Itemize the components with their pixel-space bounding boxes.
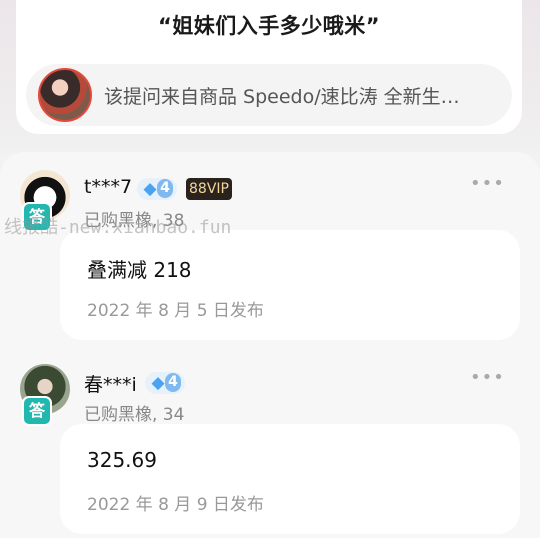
question-card: “姐妹们入手多少哦米” 该提问来自商品 Speedo/速比涛 全新生… [16,0,522,134]
question-title: “姐妹们入手多少哦米” [157,14,381,38]
answer-date: 2022 年 8 月 5 日发布 [87,301,264,321]
product-reference[interactable]: 该提问来自商品 Speedo/速比涛 全新生… [26,64,512,126]
answer-text: 325.69 [87,448,157,472]
level-badge: ◆ 4 [137,178,177,200]
watermark-text: 线报酷-new.xianbao.fun [4,217,232,238]
product-thumbnail [38,68,92,122]
more-dots-icon[interactable]: ••• [470,368,504,388]
answer-badge: 答 [22,396,52,426]
purchase-info: 已购黑橡, 34 [84,405,185,425]
username[interactable]: 春***i [84,370,137,397]
vip-badge: 88VIP [186,178,232,200]
answers-panel: 答 t***7 ◆ 4 88VIP 已购黑橡, 38 ••• 叠满减 218 2… [0,152,540,538]
answer-bubble: 叠满减 218 2022 年 8 月 5 日发布 [60,230,520,340]
username[interactable]: t***7 [84,176,132,198]
answer-text: 叠满减 218 [87,258,192,282]
more-dots-icon[interactable]: ••• [470,174,504,194]
product-reference-text: 该提问来自商品 Speedo/速比涛 全新生… [104,86,460,108]
level-number: 4 [165,373,181,392]
level-badge: ◆ 4 [145,372,185,394]
level-number: 4 [157,179,173,198]
answer-bubble: 325.69 2022 年 8 月 9 日发布 [60,424,520,534]
answer-date: 2022 年 8 月 9 日发布 [87,495,264,515]
